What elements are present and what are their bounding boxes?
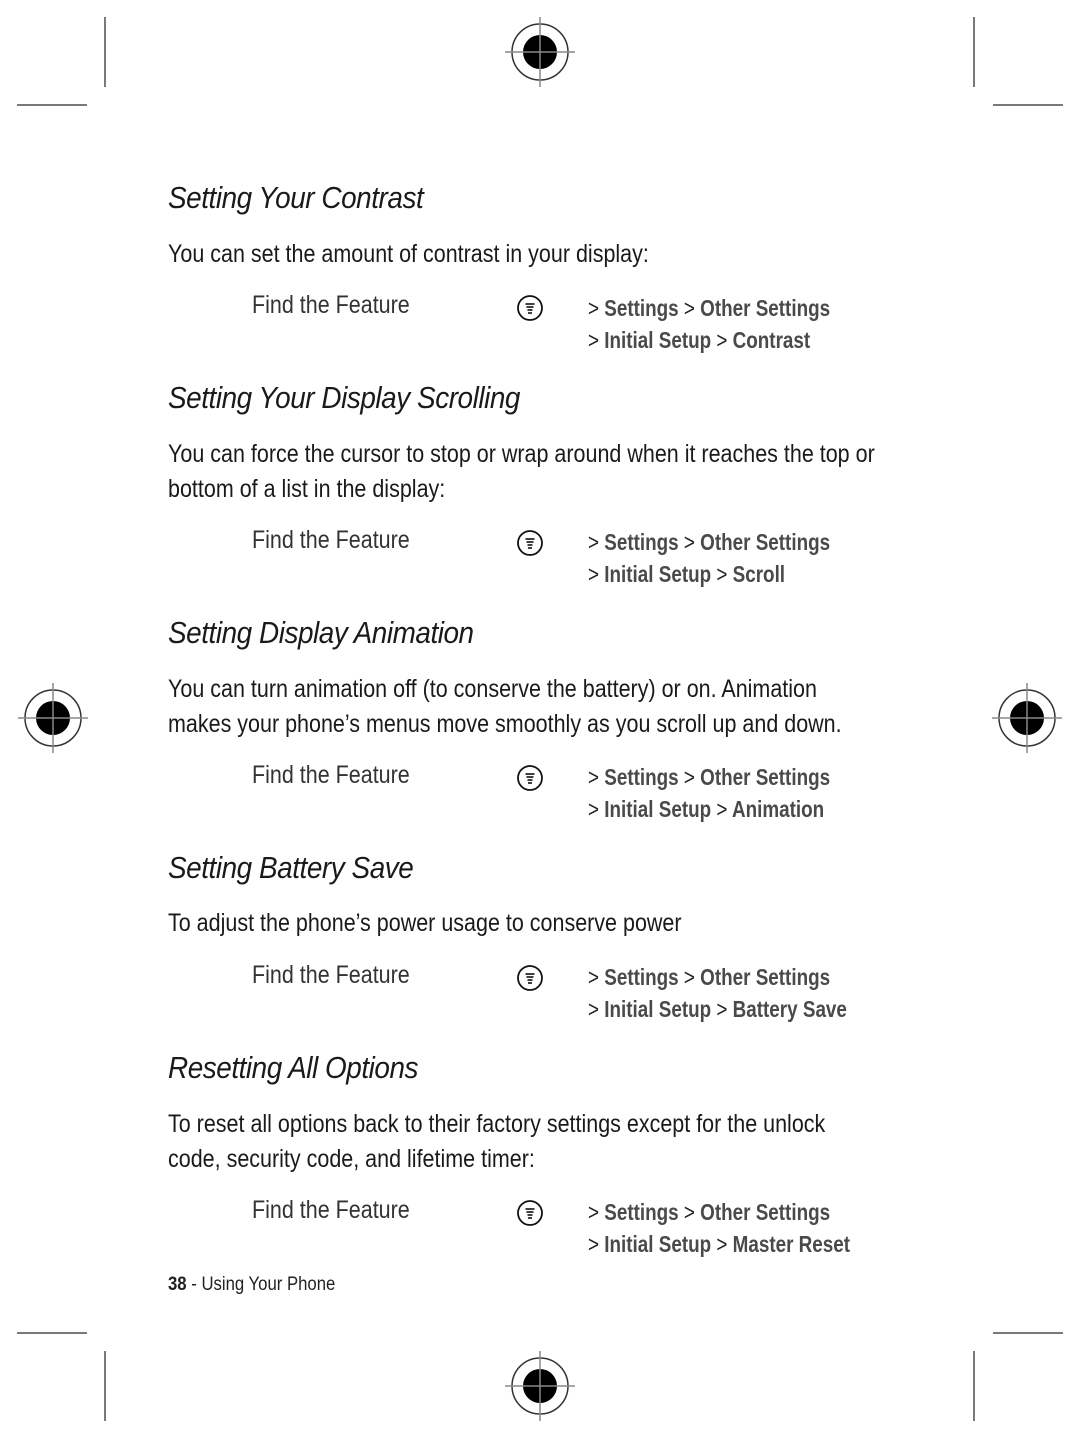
menu-key-icon [517, 965, 543, 991]
menu-path: > Initial Setup > Contrast [588, 327, 811, 353]
find-feature-label: Find the Feature [252, 526, 410, 554]
menu-key-icon [517, 765, 543, 791]
crop-mark [993, 1332, 1063, 1334]
menu-path: > Settings > Other Settings [588, 964, 831, 990]
find-feature-label: Find the Feature [252, 961, 410, 989]
section-body: You can force the cursor to stop or wrap… [168, 440, 875, 503]
crop-mark [973, 17, 975, 87]
menu-key-icon [517, 295, 543, 321]
section-body: To adjust the phone’s power usage to con… [168, 909, 682, 937]
find-feature-label: Find the Feature [252, 761, 410, 789]
crop-mark [17, 104, 87, 106]
menu-key-icon [517, 530, 543, 556]
menu-path: > Initial Setup > Animation [588, 796, 825, 822]
menu-path: > Settings > Other Settings [588, 529, 831, 555]
section-title: Setting Display Animation [168, 615, 474, 650]
crop-mark [104, 1351, 106, 1421]
crop-mark [104, 17, 106, 87]
registration-mark-icon [18, 683, 88, 753]
crop-mark [993, 104, 1063, 106]
menu-path: > Initial Setup > Battery Save [588, 996, 847, 1022]
menu-path: > Settings > Other Settings [588, 764, 831, 790]
section-body: To reset all options back to their facto… [168, 1110, 826, 1173]
registration-mark-icon [992, 683, 1062, 753]
section-title: Resetting All Options [168, 1050, 419, 1085]
chapter-title: Using Your Phone [201, 1274, 336, 1295]
section-title: Setting Your Contrast [168, 180, 424, 215]
crop-mark [973, 1351, 975, 1421]
menu-path: > Initial Setup > Scroll [588, 561, 786, 587]
registration-mark-icon [505, 17, 575, 87]
menu-path: > Settings > Other Settings [588, 1199, 831, 1225]
menu-key-icon [517, 1200, 543, 1226]
section-body: You can turn animation off (to conserve … [168, 675, 842, 738]
crop-mark [17, 1332, 87, 1334]
page-number: 38 [168, 1274, 187, 1295]
registration-mark-icon [505, 1351, 575, 1421]
section-title: Setting Battery Save [168, 850, 414, 885]
find-feature-label: Find the Feature [252, 1196, 410, 1224]
page-footer: 38 - Using Your Phone [168, 1274, 336, 1295]
find-feature-label: Find the Feature [252, 291, 410, 319]
menu-path: > Initial Setup > Master Reset [588, 1231, 851, 1257]
section-body: You can set the amount of contrast in yo… [168, 240, 649, 268]
menu-path: > Settings > Other Settings [588, 295, 831, 321]
section-title: Setting Your Display Scrolling [168, 380, 520, 415]
